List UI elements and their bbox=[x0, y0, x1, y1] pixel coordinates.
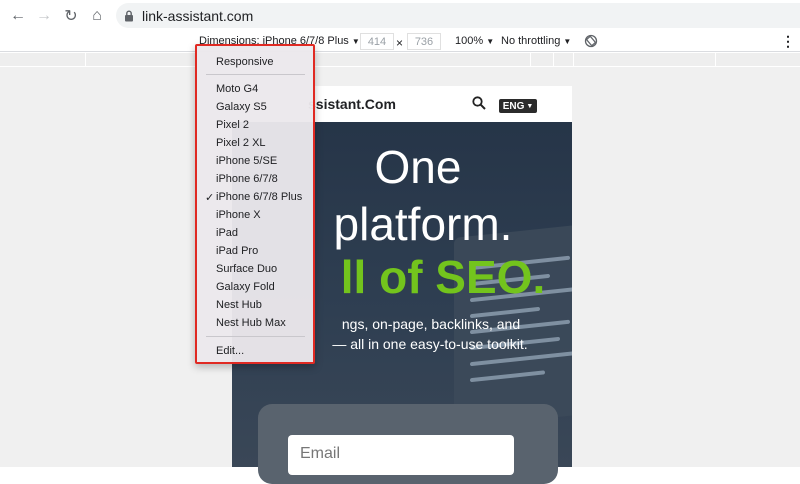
site-logo[interactable]: ssistant.Com bbox=[308, 96, 396, 112]
media-query-bar[interactable] bbox=[0, 53, 800, 66]
device-option[interactable]: Nest Hub Max bbox=[216, 317, 286, 329]
language-label: ENG bbox=[502, 100, 525, 112]
edit-devices-option[interactable]: Edit... bbox=[216, 345, 244, 357]
language-caret-icon: ▼ bbox=[526, 102, 534, 110]
browser-toolbar: ← → ↻ ⌂ link-assistant.com bbox=[0, 0, 800, 31]
device-option[interactable]: iPad Pro bbox=[216, 245, 258, 257]
forward-arrow-icon[interactable]: → bbox=[34, 6, 54, 26]
zoom-caret-icon: ▼ bbox=[486, 37, 495, 46]
width-input[interactable]: 414 bbox=[360, 33, 394, 50]
zoom-label: 100% bbox=[455, 35, 484, 47]
search-icon[interactable] bbox=[472, 96, 486, 110]
device-option[interactable]: Surface Duo bbox=[216, 263, 277, 275]
back-arrow-icon[interactable]: ← bbox=[8, 6, 28, 26]
language-select[interactable]: ENG ▼ bbox=[499, 99, 537, 113]
device-toolbar: Dimensions: iPhone 6/7/8 Plus ▼ 414 × 73… bbox=[0, 31, 800, 52]
menu-divider bbox=[206, 336, 305, 337]
device-option[interactable]: Moto G4 bbox=[216, 83, 258, 95]
rotate-icon[interactable] bbox=[584, 34, 598, 48]
device-option[interactable]: iPhone X bbox=[216, 209, 261, 221]
times-sign: × bbox=[396, 36, 404, 50]
lock-icon bbox=[125, 10, 133, 21]
zoom-select[interactable]: 100% ▼ bbox=[455, 35, 494, 47]
device-option-responsive[interactable]: Responsive bbox=[216, 56, 273, 68]
reload-icon[interactable]: ↻ bbox=[61, 6, 81, 26]
device-option[interactable]: Galaxy S5 bbox=[216, 101, 267, 113]
device-option[interactable]: iPhone 5/SE bbox=[216, 155, 277, 167]
home-icon[interactable]: ⌂ bbox=[87, 6, 107, 26]
address-bar[interactable]: link-assistant.com bbox=[116, 3, 800, 28]
device-option[interactable]: Nest Hub bbox=[216, 299, 262, 311]
device-option[interactable]: Pixel 2 bbox=[216, 119, 249, 131]
email-field[interactable]: Email bbox=[288, 435, 514, 475]
dimensions-caret-icon: ▼ bbox=[351, 37, 360, 46]
more-options-icon[interactable]: ⋮ bbox=[781, 33, 795, 50]
device-option[interactable]: Galaxy Fold bbox=[216, 281, 275, 293]
device-option[interactable]: iPad bbox=[216, 227, 238, 239]
throttling-caret-icon: ▼ bbox=[563, 37, 572, 46]
checkmark-icon: ✓ bbox=[205, 192, 215, 204]
height-input[interactable]: 736 bbox=[407, 33, 441, 50]
device-option-selected[interactable]: iPhone 6/7/8 Plus bbox=[216, 191, 302, 203]
device-option[interactable]: iPhone 6/7/8 bbox=[216, 173, 278, 185]
device-dropdown-menu: Responsive Moto G4 Galaxy S5 Pixel 2 Pix… bbox=[195, 44, 315, 364]
throttling-label: No throttling bbox=[501, 35, 561, 47]
device-option[interactable]: Pixel 2 XL bbox=[216, 137, 266, 149]
url-text: link-assistant.com bbox=[142, 7, 254, 24]
throttling-select[interactable]: No throttling ▼ bbox=[501, 35, 571, 47]
menu-divider bbox=[206, 74, 305, 75]
